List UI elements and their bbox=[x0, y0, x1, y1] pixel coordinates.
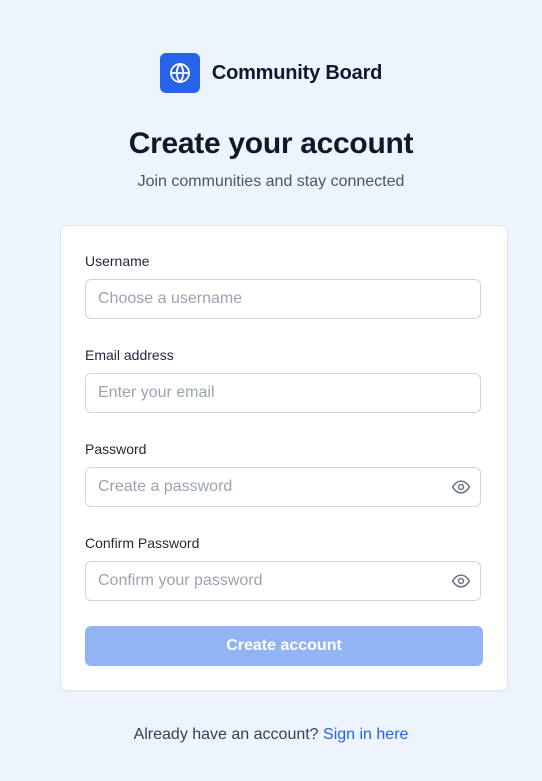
username-label: Username bbox=[85, 253, 150, 269]
signup-form: Username Email address Password Confirm … bbox=[60, 225, 508, 691]
signin-prompt: Already have an account? Sign in here bbox=[0, 725, 542, 745]
password-visibility-toggle[interactable] bbox=[447, 473, 475, 501]
sign-in-link[interactable]: Sign in here bbox=[323, 726, 408, 743]
password-label: Password bbox=[85, 441, 147, 457]
confirm-password-label: Confirm Password bbox=[85, 535, 200, 551]
page-title: Create your account bbox=[128, 127, 414, 160]
globe-icon bbox=[159, 53, 200, 93]
email-label: Email address bbox=[85, 347, 174, 363]
eye-icon bbox=[451, 480, 471, 494]
eye-icon bbox=[451, 574, 471, 588]
confirm-password-input[interactable] bbox=[85, 561, 481, 601]
confirm-password-visibility-toggle[interactable] bbox=[447, 567, 475, 595]
username-input[interactable] bbox=[85, 279, 481, 319]
password-input[interactable] bbox=[85, 467, 481, 507]
brand-name: Community Board bbox=[211, 61, 383, 84]
brand-header: Community Board bbox=[0, 53, 542, 93]
page-subtitle: Join communities and stay connected bbox=[137, 173, 405, 190]
signin-prompt-text: Already have an account? bbox=[133, 726, 319, 743]
email-input[interactable] bbox=[85, 373, 481, 413]
create-account-button[interactable]: Create account bbox=[85, 626, 483, 666]
